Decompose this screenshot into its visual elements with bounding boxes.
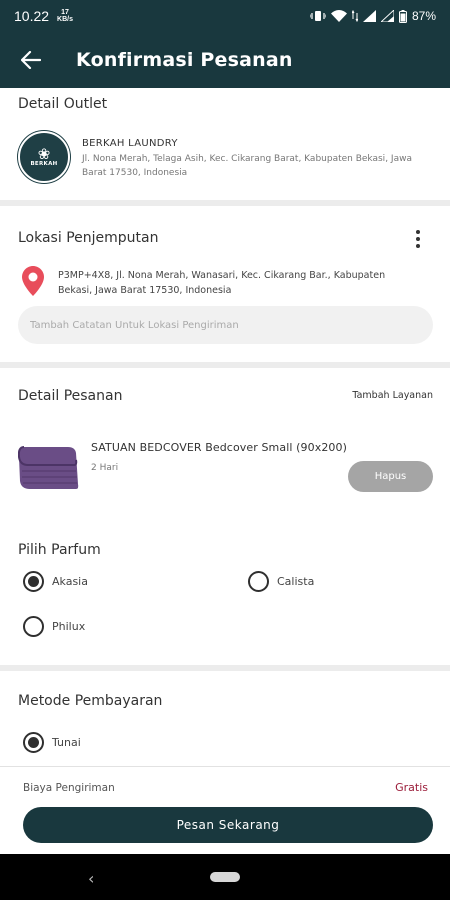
perfume-option-philux[interactable]: Philux	[23, 616, 85, 637]
more-options-button[interactable]	[408, 228, 428, 250]
radio-unselected-icon	[248, 571, 269, 592]
battery-percent: 87%	[411, 9, 436, 23]
more-dot-icon	[416, 244, 420, 249]
outlet-name: BERKAH LAUNDRY	[82, 138, 178, 149]
perfume-option-label: Calista	[277, 575, 315, 588]
order-section: Detail Pesanan Tambah Layanan SATUAN BED…	[0, 368, 450, 665]
order-item-duration: 2 Hari	[91, 463, 119, 473]
status-time: 10.22	[14, 8, 50, 24]
perfume-section-title: Pilih Parfum	[18, 542, 101, 558]
radio-unselected-icon	[23, 616, 44, 637]
outlet-address: Jl. Nona Merah, Telaga Asih, Kec. Cikara…	[82, 154, 412, 178]
more-dot-icon	[416, 229, 420, 234]
outlet-logo-text: BERKAH	[30, 161, 58, 167]
payment-section: Metode Pembayaran Tunai	[0, 671, 450, 766]
order-now-button[interactable]: Pesan Sekarang	[23, 807, 433, 843]
radio-selected-icon	[23, 732, 44, 753]
pickup-address: P3MP+4X8, Jl. Nona Merah, Wanasari, Kec.…	[58, 270, 386, 296]
pickup-section: Lokasi Penjemputan P3MP+4X8, Jl. Nona Me…	[0, 206, 450, 362]
outlet-logo: ❀ BERKAH	[18, 131, 70, 183]
bedcover-product-image	[18, 446, 79, 489]
payment-option-label: Tunai	[52, 736, 81, 749]
data-arrows-icon	[351, 10, 358, 22]
more-dot-icon	[416, 236, 420, 241]
order-item-name: SATUAN BEDCOVER Bedcover Small (90x200)	[91, 441, 348, 454]
perfume-option-label: Philux	[52, 620, 86, 633]
perfume-option-akasia[interactable]: Akasia	[23, 571, 88, 592]
radio-selected-icon	[23, 571, 44, 592]
payment-section-title: Metode Pembayaran	[18, 693, 163, 709]
signal-icon-2	[380, 10, 394, 22]
signal-icon	[362, 10, 376, 22]
network-speed-unit: KB/s	[57, 16, 73, 23]
pickup-note-input[interactable]	[18, 306, 433, 344]
back-button[interactable]	[0, 32, 62, 88]
remove-item-button[interactable]: Hapus	[348, 461, 433, 492]
shipping-cost-value: Gratis	[395, 781, 428, 794]
location-pin-icon	[22, 266, 44, 296]
order-section-title: Detail Pesanan	[18, 388, 123, 404]
network-speed: 17 KB/s	[57, 9, 73, 23]
battery-icon	[398, 9, 407, 23]
app-bar: Konfirmasi Pesanan	[0, 32, 450, 88]
system-nav-bar: ‹	[0, 854, 450, 900]
laundry-logo-icon: ❀	[37, 145, 51, 163]
nav-back-icon[interactable]: ‹	[88, 869, 94, 888]
checkout-footer: Biaya Pengiriman Gratis Pesan Sekarang	[0, 766, 450, 854]
perfume-option-label: Akasia	[52, 575, 88, 588]
wifi-icon	[330, 10, 347, 22]
outlet-section: Detail Outlet ❀ BERKAH BERKAH LAUNDRY Jl…	[0, 88, 450, 200]
network-speed-value: 17	[61, 9, 69, 16]
add-service-link[interactable]: Tambah Layanan	[352, 390, 433, 401]
outlet-section-title: Detail Outlet	[18, 96, 108, 112]
page-title: Konfirmasi Pesanan	[76, 49, 293, 71]
perfume-option-calista[interactable]: Calista	[248, 571, 314, 592]
arrow-left-icon	[21, 51, 41, 69]
status-bar: 10.22 17 KB/s 87%	[0, 0, 450, 32]
shipping-cost-label: Biaya Pengiriman	[23, 782, 115, 794]
nav-home-pill[interactable]	[210, 872, 240, 882]
vibrate-icon	[309, 11, 326, 21]
pickup-section-title: Lokasi Penjemputan	[18, 230, 159, 246]
payment-option-tunai[interactable]: Tunai	[23, 732, 81, 753]
